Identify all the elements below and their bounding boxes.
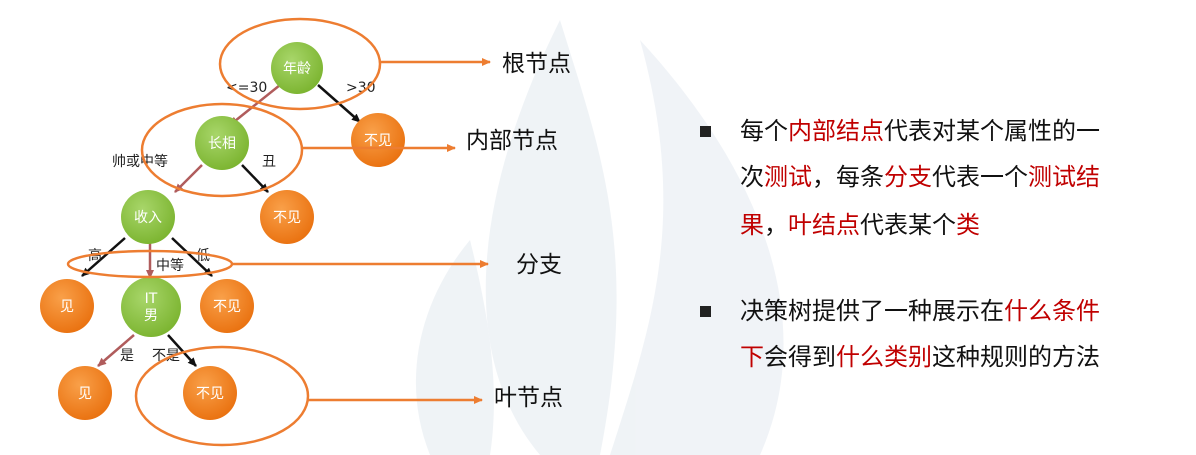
- svg-text:收入: 收入: [134, 210, 162, 226]
- svg-text:不见: 不见: [213, 299, 241, 315]
- node-meet-2: 见: [58, 366, 112, 420]
- node-no-meet-3: 不见: [200, 279, 254, 333]
- plain-text: 代表对某个属性的一: [884, 117, 1100, 145]
- bullet-2-line-1: 决策树提供了一种展示在什么条件: [740, 295, 1100, 327]
- highlight-term: 分支: [884, 163, 932, 191]
- node-age: 年龄: [271, 42, 323, 94]
- highlight-term: 类: [956, 211, 980, 239]
- edge-label-no: 不是: [152, 348, 180, 364]
- callout-label-internal: 内部节点: [466, 128, 558, 154]
- edge-label-ugly: 丑: [262, 154, 276, 170]
- svg-text:不见: 不见: [196, 386, 224, 402]
- node-looks: 长相: [195, 116, 249, 170]
- plain-text: ，: [764, 211, 788, 239]
- edge-label-medium: 中等: [156, 257, 184, 274]
- svg-text:不见: 不见: [364, 133, 392, 149]
- bullet-1-line-2: 次测试，每条分支代表一个测试结: [740, 161, 1100, 193]
- plain-text: 代表某个: [860, 211, 956, 239]
- node-meet-1: 见: [40, 279, 94, 333]
- edge-label-handsome: 帅或中等: [112, 153, 168, 170]
- bullet-2: 决策树提供了一种展示在什么条件 下会得到什么类别这种规则的方法: [700, 295, 1180, 385]
- svg-text:长相: 长相: [208, 136, 236, 152]
- highlight-term: 叶结点: [788, 211, 860, 239]
- svg-text:见: 见: [60, 299, 74, 315]
- node-no-meet-1: 不见: [351, 113, 405, 167]
- callout-label-leaf: 叶节点: [494, 385, 563, 411]
- callout-label-branch: 分支: [516, 252, 562, 278]
- highlight-term: 什么条件: [1004, 297, 1100, 325]
- svg-text:男: 男: [144, 308, 158, 324]
- bullet-1-line-1: 每个内部结点代表对某个属性的一: [740, 115, 1100, 147]
- plain-text: 这种规则的方法: [932, 343, 1100, 371]
- plain-text: 代表一个: [932, 163, 1028, 191]
- plain-text: 决策树提供了一种展示在: [740, 297, 1004, 325]
- highlight-term: 测试: [764, 163, 812, 191]
- bullet-square-icon: [700, 306, 711, 317]
- plain-text: 次: [740, 163, 764, 191]
- plain-text: ，每条: [812, 163, 884, 191]
- highlight-term: 内部结点: [788, 117, 884, 145]
- bullet-1-line-3: 果，叶结点代表某个类: [740, 209, 980, 241]
- plain-text: 每个: [740, 117, 788, 145]
- node-it-male: IT 男: [121, 277, 181, 337]
- highlight-term: 果: [740, 211, 764, 239]
- plain-text: 会得到: [764, 343, 836, 371]
- svg-text:IT: IT: [145, 291, 158, 307]
- callout-label-root: 根节点: [502, 51, 571, 77]
- svg-text:不见: 不见: [273, 210, 301, 226]
- highlight-term: 什么类别: [836, 343, 932, 371]
- bullet-2-line-2: 下会得到什么类别这种规则的方法: [740, 341, 1100, 373]
- bullet-1: 每个内部结点代表对某个属性的一 次测试，每条分支代表一个测试结 果，叶结点代表某…: [700, 115, 1180, 245]
- node-no-meet-2: 不见: [260, 190, 314, 244]
- svg-text:年龄: 年龄: [283, 61, 311, 77]
- svg-text:见: 见: [78, 386, 92, 402]
- edge-label-yes: 是: [120, 348, 134, 364]
- bullet-square-icon: [700, 126, 711, 137]
- highlight-term: 下: [740, 343, 764, 371]
- highlight-term: 测试结: [1028, 163, 1100, 191]
- node-no-meet-4: 不见: [183, 366, 237, 420]
- node-income: 收入: [121, 190, 175, 244]
